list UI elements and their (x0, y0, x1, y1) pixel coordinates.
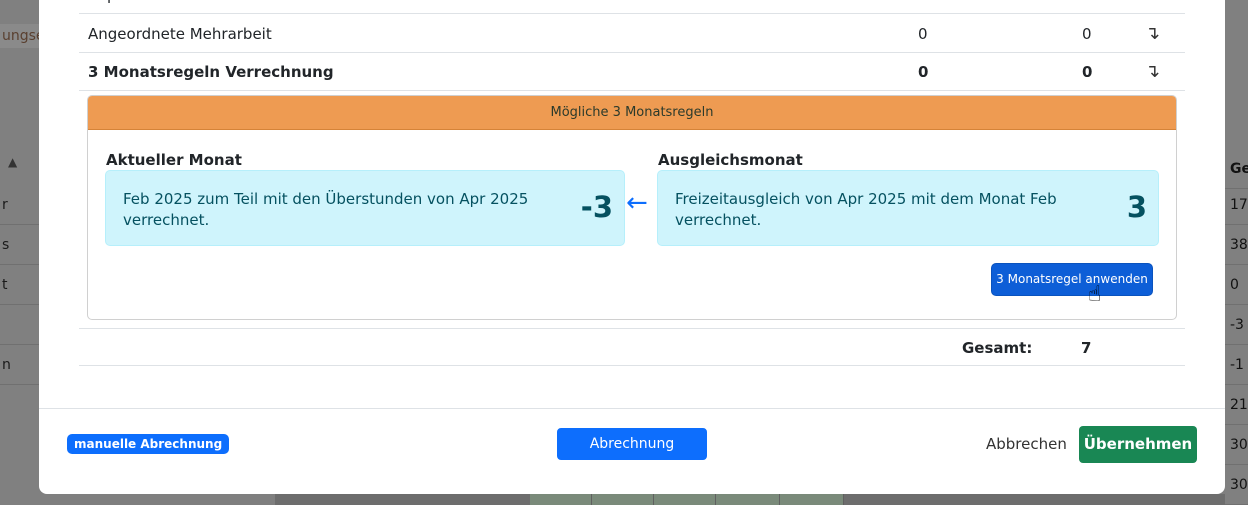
current-month-title: Aktueller Monat (106, 151, 242, 169)
background-cell: 21 (1225, 385, 1248, 425)
background-cell: 17 (1225, 185, 1248, 225)
background-right-panel: Ge 17 38 0 -3 -1 21 30 30 (1225, 0, 1248, 505)
expand-arrow-icon[interactable]: ↴ (1145, 0, 1160, 14)
manual-settlement-badge: manuelle Abrechnung (67, 434, 230, 454)
three-month-rules-card: Mögliche 3 Monatsregeln Aktueller Monat … (87, 95, 1177, 320)
settlement-modal: Importierte Stunden und Stundenkorrektur… (39, 0, 1225, 494)
background-cell: 30 (1225, 425, 1248, 465)
row-label: 3 Monatsregeln Verrechnung (88, 63, 334, 81)
background-calendar-strip (275, 494, 1225, 505)
background-cell: 0 (1225, 265, 1248, 305)
compensation-month-info: Freizeitausgleich von Apr 2025 mit dem M… (657, 170, 1159, 246)
row-label: Angeordnete Mehrarbeit (88, 25, 272, 43)
background-cell (0, 305, 40, 345)
current-month-info: Feb 2025 zum Teil mit den Überstunden vo… (105, 170, 625, 246)
background-cell: r (0, 185, 40, 225)
card-header: Mögliche 3 Monatsregeln (88, 96, 1176, 130)
row-value-2: 0 (1082, 25, 1092, 43)
compensation-month-title: Ausgleichsmonat (658, 151, 803, 169)
compensation-month-value: 3 (1126, 190, 1147, 224)
background-cell: n (0, 345, 40, 385)
current-month-text: Feb 2025 zum Teil mit den Überstunden vo… (123, 190, 529, 229)
row-label: Importierte Stunden und Stundenkorrektur (88, 0, 409, 14)
expand-arrow-icon[interactable]: ↴ (1145, 15, 1160, 53)
apply-three-month-rule-button[interactable]: 3 Monatsregel anwenden (991, 263, 1153, 296)
table-row: 3 Monatsregeln Verrechnung 0 0 ↴ (79, 53, 1185, 91)
background-header: Ge (1225, 149, 1248, 189)
compensation-month-text: Freizeitausgleich von Apr 2025 mit dem M… (675, 190, 1057, 229)
create-settlement-button[interactable]: Abrechnung erstellen (557, 428, 707, 482)
background-cell: -3 (1225, 305, 1248, 345)
row-value-1: 0 (918, 63, 929, 81)
background-cell: s (0, 225, 40, 265)
row-value-2: 1 (1082, 0, 1092, 14)
total-row: Gesamt: 7 (79, 328, 1185, 366)
background-cell: 30 (1225, 465, 1248, 505)
background-left-panel: ungse ▲ r s t n (0, 0, 40, 505)
total-value: 7 (1081, 339, 1092, 357)
apply-button[interactable]: Übernehmen (1079, 426, 1197, 463)
total-label: Gesamt: (962, 339, 1033, 357)
current-month-value: -3 (580, 190, 613, 224)
table-row: Angeordnete Mehrarbeit 0 0 ↴ (79, 15, 1185, 53)
hand-cursor-icon: ☝ (1088, 282, 1102, 307)
cancel-button[interactable]: Abbrechen (986, 435, 1067, 453)
row-value-2: 0 (1082, 63, 1093, 81)
row-value-1: 1 (918, 0, 928, 14)
arrow-left-icon: ← (626, 188, 648, 218)
row-value-1: 0 (918, 25, 928, 43)
background-cell: 38 (1225, 225, 1248, 265)
background-cell: t (0, 265, 40, 305)
sort-icon: ▲ (8, 155, 18, 169)
background-tag: ungse (0, 24, 40, 48)
modal-body: Importierte Stunden und Stundenkorrektur… (79, 0, 1185, 408)
expand-arrow-icon[interactable]: ↴ (1145, 53, 1160, 91)
table-row: Importierte Stunden und Stundenkorrektur… (79, 0, 1185, 14)
modal-footer: manuelle Abrechnung Abrechnung erstellen… (39, 408, 1225, 494)
background-cell: -1 (1225, 345, 1248, 385)
